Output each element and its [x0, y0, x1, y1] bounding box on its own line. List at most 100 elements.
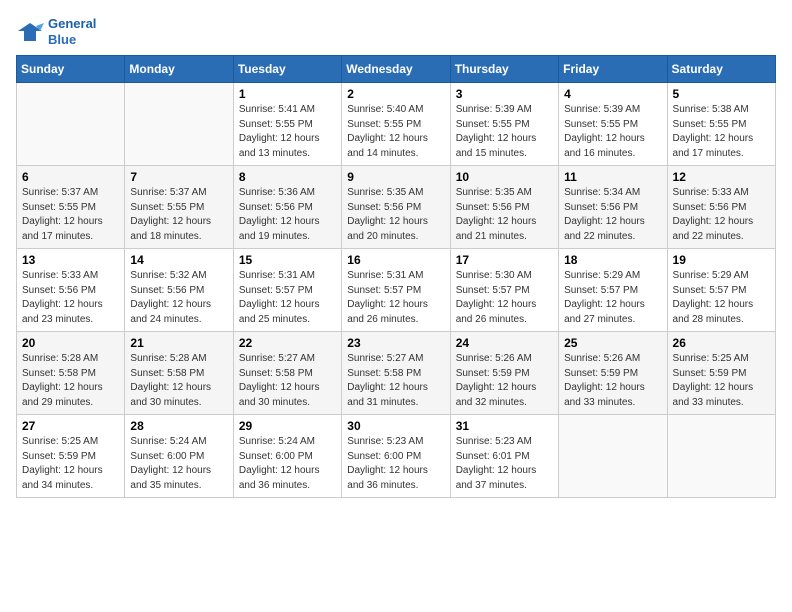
calendar-cell: 4Sunrise: 5:39 AM Sunset: 5:55 PM Daylig… [559, 83, 667, 166]
weekday-header-wednesday: Wednesday [342, 56, 450, 83]
calendar-cell: 8Sunrise: 5:36 AM Sunset: 5:56 PM Daylig… [233, 166, 341, 249]
calendar-cell: 3 Sunrise: 5:39 AM Sunset: 5:55 PM Daylig… [450, 83, 558, 166]
weekday-header-monday: Monday [125, 56, 233, 83]
day-info: Sunrise: 5:35 AM Sunset: 5:56 PM Dayligh… [347, 186, 444, 244]
calendar-cell: 21 Sunrise: 5:28 AM Sunset: 5:58 PM Dayli… [125, 332, 233, 415]
day-number: 14 [130, 253, 227, 267]
day-number: 17 [456, 253, 553, 267]
day-info: Sunrise: 5:24 AM Sunset: 6:00 PM Dayligh… [130, 435, 227, 493]
day-info: Sunrise: 5:40 AM Sunset: 5:55 PM Dayligh… [347, 103, 444, 161]
calendar-cell: 9 Sunrise: 5:35 AM Sunset: 5:56 PM Daylig… [342, 166, 450, 249]
day-info: Sunrise: 5:39 AM Sunset: 5:55 PM Dayligh… [456, 103, 553, 161]
day-number: 11 [564, 170, 661, 184]
day-info: Sunrise: 5:37 AM Sunset: 5:55 PM Dayligh… [130, 186, 227, 244]
weekday-header-thursday: Thursday [450, 56, 558, 83]
calendar-cell: 24 Sunrise: 5:26 AM Sunset: 5:59 PM Dayli… [450, 332, 558, 415]
day-number: 3 [456, 87, 553, 101]
day-info: Sunrise: 5:35 AM Sunset: 5:56 PM Dayligh… [456, 186, 553, 244]
day-number: 6 [22, 170, 119, 184]
day-info: Sunrise: 5:25 AM Sunset: 5:59 PM Dayligh… [673, 352, 770, 410]
day-info: Sunrise: 5:30 AM Sunset: 5:57 PM Dayligh… [456, 269, 553, 327]
day-number: 30 [347, 419, 444, 433]
day-number: 31 [456, 419, 553, 433]
calendar-cell: 28 Sunrise: 5:24 AM Sunset: 6:00 PM Dayli… [125, 415, 233, 498]
calendar-cell: 20 Sunrise: 5:28 AM Sunset: 5:58 PM Dayli… [17, 332, 125, 415]
calendar-cell: 6 Sunrise: 5:37 AM Sunset: 5:55 PM Daylig… [17, 166, 125, 249]
day-info: Sunrise: 5:26 AM Sunset: 5:59 PM Dayligh… [456, 352, 553, 410]
calendar-cell: 22 Sunrise: 5:27 AM Sunset: 5:58 PM Dayli… [233, 332, 341, 415]
day-info: Sunrise: 5:41 AM Sunset: 5:55 PM Dayligh… [239, 103, 336, 161]
day-number: 19 [673, 253, 770, 267]
day-number: 10 [456, 170, 553, 184]
day-info: Sunrise: 5:28 AM Sunset: 5:58 PM Dayligh… [22, 352, 119, 410]
day-number: 22 [239, 336, 336, 350]
calendar-cell: 23Sunrise: 5:27 AM Sunset: 5:58 PM Dayli… [342, 332, 450, 415]
day-info: Sunrise: 5:25 AM Sunset: 5:59 PM Dayligh… [22, 435, 119, 493]
day-number: 4 [564, 87, 661, 101]
calendar-cell: 10 Sunrise: 5:35 AM Sunset: 5:56 PM Dayli… [450, 166, 558, 249]
calendar-cell: 2 Sunrise: 5:40 AM Sunset: 5:55 PM Daylig… [342, 83, 450, 166]
weekday-header-friday: Friday [559, 56, 667, 83]
logo-icon [16, 21, 44, 43]
day-info: Sunrise: 5:38 AM Sunset: 5:55 PM Dayligh… [673, 103, 770, 161]
day-info: Sunrise: 5:36 AM Sunset: 5:56 PM Dayligh… [239, 186, 336, 244]
calendar-cell: 17 Sunrise: 5:30 AM Sunset: 5:57 PM Dayli… [450, 249, 558, 332]
day-info: Sunrise: 5:27 AM Sunset: 5:58 PM Dayligh… [347, 352, 444, 410]
day-number: 24 [456, 336, 553, 350]
day-number: 25 [564, 336, 661, 350]
day-number: 28 [130, 419, 227, 433]
calendar-cell [125, 83, 233, 166]
day-number: 27 [22, 419, 119, 433]
calendar-cell: 30 Sunrise: 5:23 AM Sunset: 6:00 PM Dayli… [342, 415, 450, 498]
calendar-cell: 16 Sunrise: 5:31 AM Sunset: 5:57 PM Dayli… [342, 249, 450, 332]
calendar-cell: 29 Sunrise: 5:24 AM Sunset: 6:00 PM Dayli… [233, 415, 341, 498]
calendar-cell: 14 Sunrise: 5:32 AM Sunset: 5:56 PM Dayli… [125, 249, 233, 332]
day-info: Sunrise: 5:32 AM Sunset: 5:56 PM Dayligh… [130, 269, 227, 327]
day-number: 1 [239, 87, 336, 101]
calendar-cell: 31 Sunrise: 5:23 AM Sunset: 6:01 PM Dayli… [450, 415, 558, 498]
day-info: Sunrise: 5:33 AM Sunset: 5:56 PM Dayligh… [673, 186, 770, 244]
calendar-cell: 18 Sunrise: 5:29 AM Sunset: 5:57 PM Dayli… [559, 249, 667, 332]
calendar-cell: 19 Sunrise: 5:29 AM Sunset: 5:57 PM Dayli… [667, 249, 775, 332]
day-number: 2 [347, 87, 444, 101]
day-info: Sunrise: 5:31 AM Sunset: 5:57 PM Dayligh… [347, 269, 444, 327]
page-header: General Blue [16, 16, 776, 47]
day-info: Sunrise: 5:27 AM Sunset: 5:58 PM Dayligh… [239, 352, 336, 410]
calendar-cell: 1 Sunrise: 5:41 AM Sunset: 5:55 PM Daylig… [233, 83, 341, 166]
calendar-cell: 15Sunrise: 5:31 AM Sunset: 5:57 PM Dayli… [233, 249, 341, 332]
day-info: Sunrise: 5:33 AM Sunset: 5:56 PM Dayligh… [22, 269, 119, 327]
calendar-cell [667, 415, 775, 498]
calendar-cell: 5 Sunrise: 5:38 AM Sunset: 5:55 PM Daylig… [667, 83, 775, 166]
calendar-cell: 7Sunrise: 5:37 AM Sunset: 5:55 PM Daylig… [125, 166, 233, 249]
day-info: Sunrise: 5:26 AM Sunset: 5:59 PM Dayligh… [564, 352, 661, 410]
calendar-cell: 13 Sunrise: 5:33 AM Sunset: 5:56 PM Dayli… [17, 249, 125, 332]
day-number: 18 [564, 253, 661, 267]
day-info: Sunrise: 5:23 AM Sunset: 6:01 PM Dayligh… [456, 435, 553, 493]
logo-text: General Blue [48, 16, 96, 47]
weekday-header-tuesday: Tuesday [233, 56, 341, 83]
day-number: 13 [22, 253, 119, 267]
day-number: 21 [130, 336, 227, 350]
calendar-cell: 26 Sunrise: 5:25 AM Sunset: 5:59 PM Dayli… [667, 332, 775, 415]
calendar-cell [17, 83, 125, 166]
day-number: 29 [239, 419, 336, 433]
calendar-cell: 27 Sunrise: 5:25 AM Sunset: 5:59 PM Dayli… [17, 415, 125, 498]
day-info: Sunrise: 5:24 AM Sunset: 6:00 PM Dayligh… [239, 435, 336, 493]
day-number: 26 [673, 336, 770, 350]
calendar-cell [559, 415, 667, 498]
weekday-header-saturday: Saturday [667, 56, 775, 83]
day-info: Sunrise: 5:28 AM Sunset: 5:58 PM Dayligh… [130, 352, 227, 410]
calendar-cell: 11 Sunrise: 5:34 AM Sunset: 5:56 PM Dayli… [559, 166, 667, 249]
day-number: 15 [239, 253, 336, 267]
day-info: Sunrise: 5:23 AM Sunset: 6:00 PM Dayligh… [347, 435, 444, 493]
day-info: Sunrise: 5:29 AM Sunset: 5:57 PM Dayligh… [673, 269, 770, 327]
day-info: Sunrise: 5:34 AM Sunset: 5:56 PM Dayligh… [564, 186, 661, 244]
day-number: 9 [347, 170, 444, 184]
day-info: Sunrise: 5:37 AM Sunset: 5:55 PM Dayligh… [22, 186, 119, 244]
calendar-cell: 12 Sunrise: 5:33 AM Sunset: 5:56 PM Dayli… [667, 166, 775, 249]
day-number: 5 [673, 87, 770, 101]
day-number: 12 [673, 170, 770, 184]
day-info: Sunrise: 5:29 AM Sunset: 5:57 PM Dayligh… [564, 269, 661, 327]
day-number: 16 [347, 253, 444, 267]
day-number: 20 [22, 336, 119, 350]
